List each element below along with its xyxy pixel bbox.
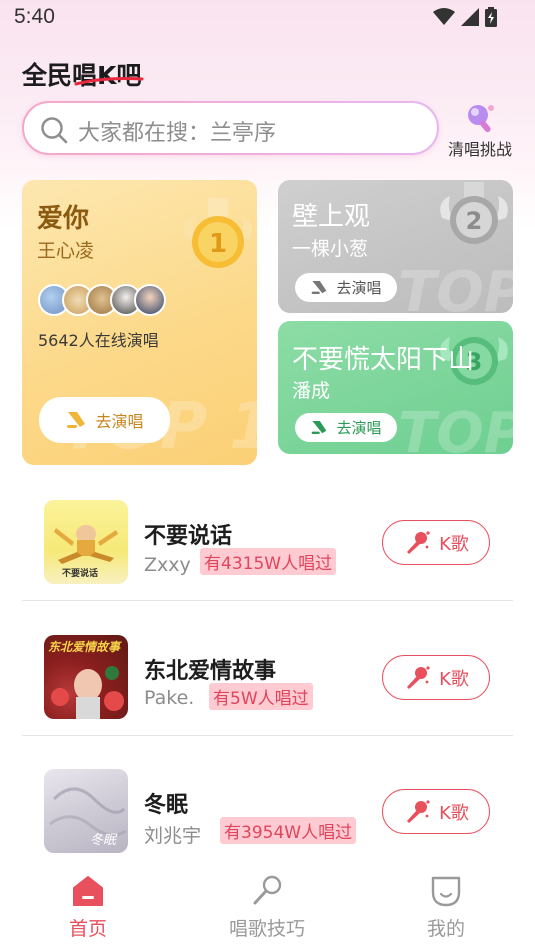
top1-sing-button[interactable]: 去演唱	[39, 397, 170, 443]
search-icon	[41, 117, 68, 144]
sung-count-badge: 有5W人唱过	[209, 683, 313, 710]
challenge-button[interactable]: 清唱挑战	[444, 102, 516, 160]
home-icon	[73, 876, 103, 906]
song-artist: 刘兆宇	[144, 825, 202, 847]
logo-underline	[74, 77, 144, 86]
search-input[interactable]: 大家都在搜：兰亭序	[22, 101, 439, 155]
signal-icon	[461, 8, 479, 26]
k-song-label: K歌	[439, 802, 469, 824]
microphone-icon	[312, 420, 327, 435]
cover-caption: 冬眠	[90, 833, 117, 848]
online-avatars	[38, 284, 166, 316]
k-song-button[interactable]: K歌	[382, 520, 490, 565]
divider	[22, 735, 513, 736]
silver-medal-icon: 2	[440, 182, 508, 244]
top1-sing-label: 去演唱	[95, 412, 144, 431]
top3-sing-button[interactable]: 去演唱	[295, 413, 397, 442]
battery-icon	[485, 7, 497, 27]
online-count-text: 5642人在线演唱	[38, 331, 159, 350]
status-bar: 5:40	[0, 0, 535, 36]
microphone-icon	[312, 280, 327, 295]
k-song-button[interactable]: K歌	[382, 789, 490, 834]
song-title: 东北爱情故事	[144, 659, 277, 684]
top2-sing-button[interactable]: 去演唱	[295, 273, 397, 302]
bottom-nav: 首页 唱歌技巧 我的	[0, 862, 535, 951]
sung-count-badge: 有4315W人唱过	[200, 548, 337, 575]
gold-medal-rank: 1	[209, 229, 227, 259]
app-screen: 5:40 全民唱K吧 大家都在搜：兰亭序 清唱挑战 TOP 1	[0, 0, 535, 951]
top1-title: 爱你	[37, 204, 90, 234]
microphone-icon	[407, 799, 430, 823]
song-cover-image: 不要说话	[44, 500, 128, 584]
nav-item-singing-tips[interactable]: 唱歌技巧	[207, 874, 327, 941]
song-artist: Pake.	[144, 687, 195, 709]
k-song-button[interactable]: K歌	[382, 655, 490, 700]
cover-caption: 不要说话	[62, 569, 99, 579]
nav-label-home: 首页	[68, 918, 107, 940]
top1-artist: 王心凌	[37, 240, 95, 262]
cover-caption: 东北爱情故事	[48, 640, 121, 654]
song-cover-image: 东北爱情故事	[44, 635, 128, 719]
song-title: 不要说话	[144, 524, 233, 549]
challenge-label: 清唱挑战	[447, 140, 512, 159]
song-list-item[interactable]: 东北爱情故事 东北爱情故事 Pake. 有5W人唱过 K歌	[22, 617, 513, 735]
k-song-label: K歌	[439, 668, 469, 690]
k-song-label: K歌	[439, 533, 469, 555]
microphone-challenge-icon	[468, 105, 494, 133]
status-icons	[433, 7, 497, 27]
gold-medal-icon: 1	[184, 198, 252, 268]
silver-medal-rank: 2	[466, 207, 483, 235]
song-artist: Zxxy	[144, 554, 191, 576]
profile-icon	[431, 876, 461, 907]
microphone-icon	[407, 665, 430, 689]
avatar	[134, 284, 166, 316]
sung-count-badge: 有3954W人唱过	[220, 817, 357, 844]
nav-label-profile: 我的	[426, 918, 465, 940]
top3-sing-label: 去演唱	[336, 419, 382, 437]
microphone-icon	[407, 530, 430, 554]
microphone-outline-icon	[253, 875, 282, 905]
microphone-icon	[67, 412, 86, 428]
song-title: 冬眠	[144, 793, 189, 818]
wifi-icon	[433, 8, 455, 25]
top2-artist: 一棵小葱	[292, 238, 369, 260]
divider	[22, 600, 513, 601]
nav-label-singing-tips: 唱歌技巧	[228, 918, 305, 940]
top3-card[interactable]: TOP 3 3 不要慌太阳下山 潘成 去演唱	[278, 321, 513, 454]
song-list-item[interactable]: 不要说话 不要说话 Zxxy 有4315W人唱过 K歌	[22, 482, 513, 600]
song-list-item[interactable]: 冬眠 冬眠 刘兆宇 有3954W人唱过 K歌	[22, 751, 513, 869]
nav-item-profile[interactable]: 我的	[386, 874, 506, 941]
top3-artist: 潘成	[292, 380, 331, 402]
top2-watermark: TOP 2	[398, 260, 513, 313]
search-placeholder: 大家都在搜：兰亭序	[78, 121, 277, 146]
nav-item-home[interactable]: 首页	[28, 874, 148, 941]
top2-title: 壁上观	[292, 202, 371, 232]
top2-card[interactable]: TOP 2 2 壁上观 一棵小葱 去演唱	[278, 180, 513, 313]
status-time: 5:40	[14, 5, 55, 28]
top2-sing-label: 去演唱	[336, 279, 382, 297]
top3-watermark: TOP 3	[398, 401, 513, 454]
top3-title: 不要慌太阳下山	[292, 345, 475, 375]
top1-card[interactable]: TOP 1 1 爱你 王心凌 5642人在线演唱 去演唱	[22, 180, 257, 465]
song-cover-image: 冬眠	[44, 769, 128, 853]
